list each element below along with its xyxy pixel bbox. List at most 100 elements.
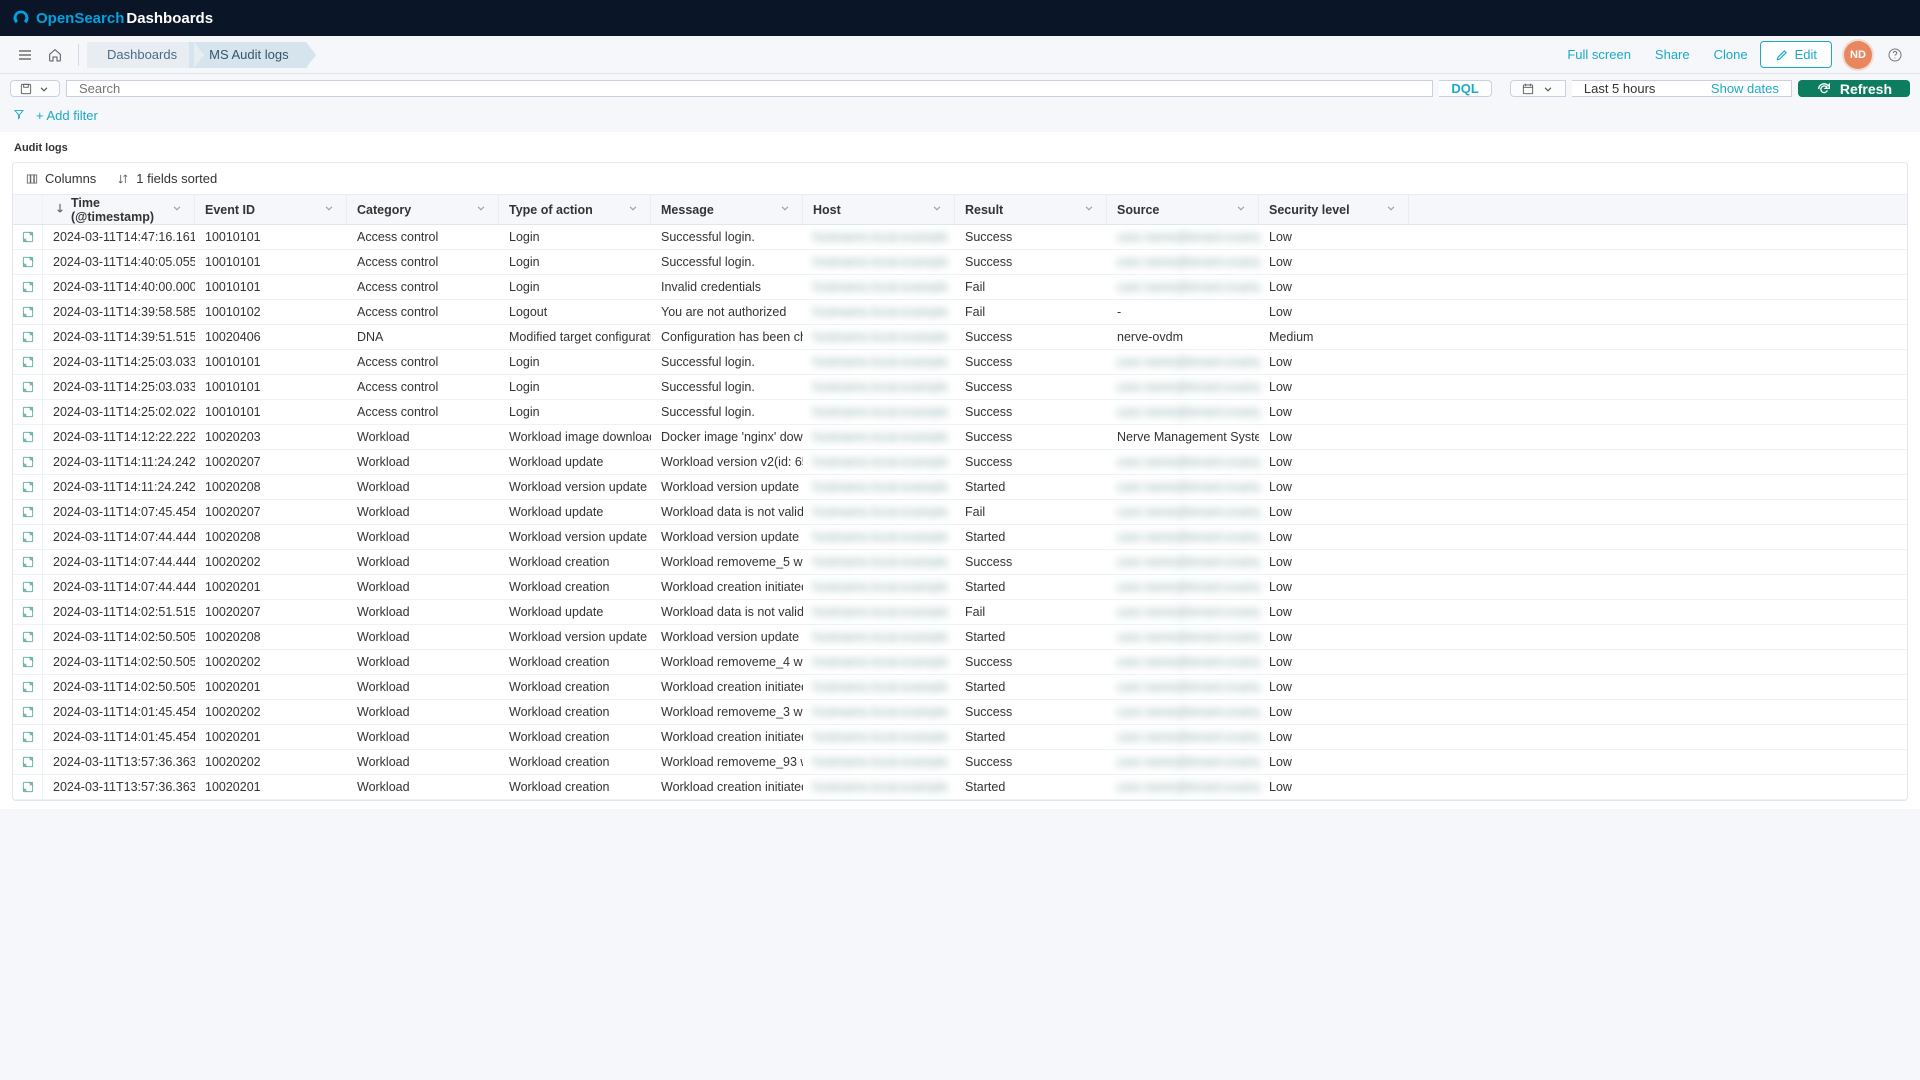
- table-row[interactable]: 2024-03-11T13:57:36.3636+01…10020201Work…: [13, 775, 1907, 800]
- col-host[interactable]: Host: [803, 195, 955, 224]
- cell-action: Workload creation: [499, 675, 651, 699]
- table-row[interactable]: 2024-03-11T14:07:45.4545+01…10020207Work…: [13, 500, 1907, 525]
- expand-row-button[interactable]: [13, 550, 43, 574]
- expand-row-button[interactable]: [13, 675, 43, 699]
- table-row[interactable]: 2024-03-11T14:07:44.4444+01…10020202Work…: [13, 550, 1907, 575]
- cell-time: 2024-03-11T14:11:24.2424+01…: [43, 475, 195, 499]
- home-button[interactable]: [40, 40, 70, 70]
- cell-security: Low: [1259, 575, 1409, 599]
- clone-button[interactable]: Clone: [1714, 47, 1748, 62]
- cell-result: Success: [955, 550, 1107, 574]
- breadcrumb-dashboards[interactable]: Dashboards: [87, 42, 195, 68]
- help-button[interactable]: [1880, 40, 1910, 70]
- col-menu-icon[interactable]: [930, 201, 944, 218]
- refresh-button[interactable]: Refresh: [1798, 80, 1910, 97]
- col-menu-icon[interactable]: [1082, 201, 1096, 218]
- expand-row-button[interactable]: [13, 400, 43, 424]
- dql-toggle[interactable]: DQL: [1439, 80, 1491, 97]
- expand-row-button[interactable]: [13, 725, 43, 749]
- table-row[interactable]: 2024-03-11T14:02:50.5050+01…10020201Work…: [13, 675, 1907, 700]
- expand-row-button[interactable]: [13, 775, 43, 799]
- cell-event: 10020202: [195, 650, 347, 674]
- col-event[interactable]: Event ID: [195, 195, 347, 224]
- col-menu-icon[interactable]: [1234, 201, 1248, 218]
- table-row[interactable]: 2024-03-11T14:25:03.033+01:0010010101Acc…: [13, 350, 1907, 375]
- search-input[interactable]: [66, 80, 1433, 97]
- avatar[interactable]: ND: [1844, 41, 1872, 69]
- col-menu-icon[interactable]: [1384, 201, 1398, 218]
- cell-action: Workload version update: [499, 475, 651, 499]
- table-row[interactable]: 2024-03-11T14:25:02.022+01:0010010101Acc…: [13, 400, 1907, 425]
- expand-row-button[interactable]: [13, 375, 43, 399]
- table-row[interactable]: 2024-03-11T14:02:50.5050+01…10020208Work…: [13, 625, 1907, 650]
- table-row[interactable]: 2024-03-11T14:01:45.4545+01…10020202Work…: [13, 700, 1907, 725]
- filter-options-icon[interactable]: [12, 107, 26, 124]
- columns-control[interactable]: Columns: [25, 171, 96, 186]
- col-action[interactable]: Type of action: [499, 195, 651, 224]
- col-menu-icon[interactable]: [474, 201, 488, 218]
- expand-row-button[interactable]: [13, 450, 43, 474]
- table-row[interactable]: 2024-03-11T14:02:50.5050+01…10020202Work…: [13, 650, 1907, 675]
- table-row[interactable]: 2024-03-11T14:47:16.1616+01…10010101Acce…: [13, 225, 1907, 250]
- edit-button[interactable]: Edit: [1760, 41, 1832, 68]
- expand-row-button[interactable]: [13, 500, 43, 524]
- time-range-display[interactable]: Last 5 hours Show dates: [1572, 80, 1792, 97]
- col-message[interactable]: Message: [651, 195, 803, 224]
- cell-time: 2024-03-11T14:07:44.4444+01…: [43, 525, 195, 549]
- expand-row-button[interactable]: [13, 575, 43, 599]
- col-security[interactable]: Security level: [1259, 195, 1409, 224]
- expand-row-button[interactable]: [13, 300, 43, 324]
- cell-message: Workload removeme_3 with i…: [651, 700, 803, 724]
- col-result[interactable]: Result: [955, 195, 1107, 224]
- add-filter-button[interactable]: + Add filter: [36, 108, 98, 123]
- cell-result: Fail: [955, 500, 1107, 524]
- expand-row-button[interactable]: [13, 750, 43, 774]
- col-menu-icon[interactable]: [170, 201, 184, 218]
- show-dates-link[interactable]: Show dates: [1711, 81, 1779, 96]
- table-row[interactable]: 2024-03-11T13:57:36.3636+01…10020202Work…: [13, 750, 1907, 775]
- table-row[interactable]: 2024-03-11T14:12:22.2222+01…10020203Work…: [13, 425, 1907, 450]
- cell-event: 10020207: [195, 450, 347, 474]
- fullscreen-button[interactable]: Full screen: [1567, 47, 1631, 62]
- expand-row-button[interactable]: [13, 250, 43, 274]
- table-row[interactable]: 2024-03-11T14:40:05.055+01:0010010101Acc…: [13, 250, 1907, 275]
- expand-row-button[interactable]: [13, 525, 43, 549]
- table-row[interactable]: 2024-03-11T14:01:45.4545+01…10020201Work…: [13, 725, 1907, 750]
- menu-toggle-button[interactable]: [10, 40, 40, 70]
- table-row[interactable]: 2024-03-11T14:40:00.000+01:0010010101Acc…: [13, 275, 1907, 300]
- cell-time: 2024-03-11T14:01:45.4545+01…: [43, 700, 195, 724]
- expand-row-button[interactable]: [13, 225, 43, 249]
- expand-row-button[interactable]: [13, 650, 43, 674]
- table-row[interactable]: 2024-03-11T14:07:44.4444+01…10020208Work…: [13, 525, 1907, 550]
- col-menu-icon[interactable]: [626, 201, 640, 218]
- cell-time: 2024-03-11T14:25:02.022+01:00: [43, 400, 195, 424]
- col-menu-icon[interactable]: [778, 201, 792, 218]
- share-button[interactable]: Share: [1655, 47, 1690, 62]
- sort-control[interactable]: 1 fields sorted: [116, 171, 217, 186]
- table-row[interactable]: 2024-03-11T14:11:24.2424+01…10020207Work…: [13, 450, 1907, 475]
- expand-row-button[interactable]: [13, 325, 43, 349]
- expand-row-button[interactable]: [13, 475, 43, 499]
- expand-row-button[interactable]: [13, 350, 43, 374]
- col-menu-icon[interactable]: [322, 201, 336, 218]
- table-row[interactable]: 2024-03-11T14:07:44.4444+01…10020201Work…: [13, 575, 1907, 600]
- cell-event: 10020201: [195, 775, 347, 799]
- table-row[interactable]: 2024-03-11T14:25:03.033+01:0010010101Acc…: [13, 375, 1907, 400]
- expand-row-button[interactable]: [13, 600, 43, 624]
- table-row[interactable]: 2024-03-11T14:39:51.5151+01…10020406DNAM…: [13, 325, 1907, 350]
- col-source[interactable]: Source: [1107, 195, 1259, 224]
- saved-queries-button[interactable]: [10, 80, 60, 97]
- expand-row-button[interactable]: [13, 425, 43, 449]
- table-row[interactable]: 2024-03-11T14:11:24.2424+01…10020208Work…: [13, 475, 1907, 500]
- table-row[interactable]: 2024-03-11T14:39:58.5858+01…10010102Acce…: [13, 300, 1907, 325]
- cell-category: Access control: [347, 400, 499, 424]
- col-category[interactable]: Category: [347, 195, 499, 224]
- table-row[interactable]: 2024-03-11T14:02:51.5151+01…10020207Work…: [13, 600, 1907, 625]
- expand-row-button[interactable]: [13, 275, 43, 299]
- date-quick-select[interactable]: [1510, 80, 1566, 97]
- col-time[interactable]: Time (@timestamp): [43, 195, 195, 224]
- breadcrumb-current[interactable]: MS Audit logs: [189, 42, 307, 68]
- cell-time: 2024-03-11T14:11:24.2424+01…: [43, 450, 195, 474]
- expand-row-button[interactable]: [13, 700, 43, 724]
- expand-row-button[interactable]: [13, 625, 43, 649]
